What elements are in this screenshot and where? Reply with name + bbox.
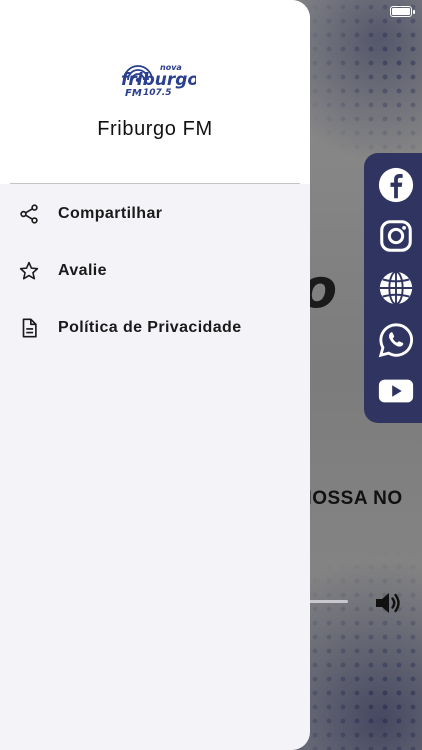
logo-frequency: 107.5 [143, 88, 171, 98]
app-title: Friburgo FM [97, 118, 213, 140]
share-icon [18, 203, 40, 225]
drawer-divider [10, 183, 300, 184]
speaker-icon [376, 593, 400, 613]
menu-item-label: Política de Privacidade [58, 318, 242, 336]
youtube-icon [378, 379, 414, 403]
menu-item-rate[interactable]: Avalie [0, 242, 310, 299]
logo-sub-word: FM [125, 88, 142, 98]
navigation-drawer: nova friburgo FM 107.5 Friburgo FM Compa… [0, 0, 310, 750]
battery-icon [390, 6, 415, 17]
instagram-icon [380, 220, 412, 253]
globe-icon [379, 270, 413, 306]
menu-item-privacy-policy[interactable]: Política de Privacidade [0, 299, 310, 356]
radio-waves-logo-icon: nova friburgo FM 107.5 [121, 63, 199, 99]
news-ticker: NOSSA NO [298, 488, 403, 509]
drawer-menu: Compartilhar Avalie Política de Privacid… [0, 185, 310, 356]
website-button[interactable] [376, 268, 416, 308]
whatsapp-icon [378, 322, 413, 357]
drawer-header: nova friburgo FM 107.5 Friburgo FM [0, 0, 310, 184]
star-icon [18, 260, 40, 282]
logo-main-word: friburgo [121, 70, 196, 90]
menu-item-label: Compartilhar [58, 204, 163, 222]
document-icon [18, 317, 40, 339]
facebook-button[interactable] [376, 165, 416, 205]
youtube-button[interactable] [376, 371, 416, 411]
menu-item-label: Avalie [58, 261, 107, 279]
social-links-bar [364, 153, 422, 423]
facebook-icon [378, 167, 414, 202]
menu-item-share[interactable]: Compartilhar [0, 185, 310, 242]
volume-button[interactable] [373, 589, 403, 617]
friburgo-fm-logo: nova friburgo FM 107.5 [116, 54, 199, 99]
instagram-button[interactable] [376, 216, 416, 256]
whatsapp-button[interactable] [376, 320, 416, 360]
